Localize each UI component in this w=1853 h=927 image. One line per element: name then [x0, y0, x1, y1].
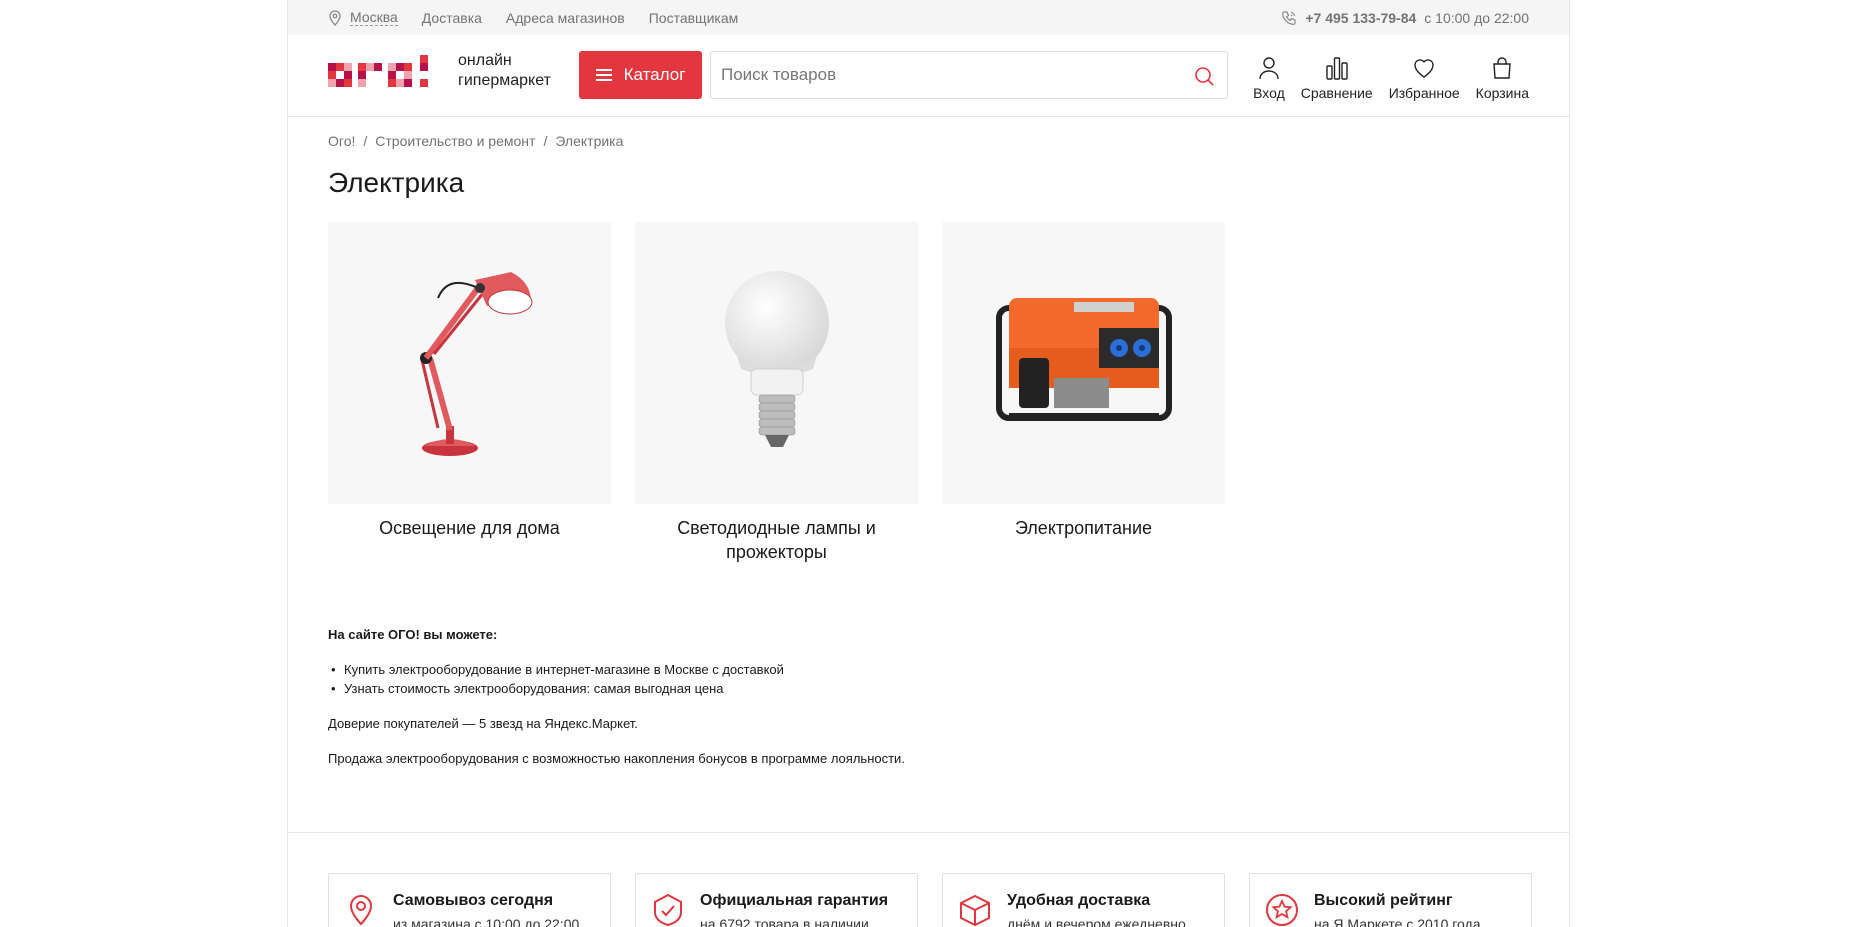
breadcrumb-current: Электрика	[555, 133, 624, 149]
compare-button[interactable]: Сравнение	[1301, 55, 1373, 101]
working-hours: с 10:00 до 22:00	[1424, 9, 1529, 26]
seo-heading: На сайте ОГО! вы можете:	[328, 627, 498, 642]
user-icon	[1259, 57, 1279, 80]
seo-paragraph: Продажа электрооборудования с возможност…	[328, 751, 905, 766]
category-card-led-lamps[interactable]: Светодиодные лампы и прожекторы	[635, 222, 918, 564]
seo-text: На сайте ОГО! вы можете: Купить электроо…	[328, 627, 1228, 785]
menu-icon	[595, 69, 612, 81]
list-item: Купить электрооборудование в интернет-ма…	[328, 660, 1228, 679]
shield-check-icon	[654, 893, 682, 927]
logo-mark-icon	[328, 55, 428, 87]
map-pin-icon	[349, 894, 373, 926]
benefits-section: Самовывоз сегодня из магазина с 10:00 до…	[288, 832, 1569, 927]
search-icon[interactable]	[1193, 65, 1215, 87]
suppliers-link[interactable]: Поставщикам	[649, 10, 739, 26]
page-title: Электрика	[328, 167, 465, 198]
search-box	[710, 51, 1228, 99]
search-input[interactable]	[721, 52, 1161, 98]
box-icon	[960, 894, 990, 927]
compare-icon	[1326, 57, 1348, 80]
list-item: Узнать стоимость электрооборудования: са…	[328, 679, 1228, 698]
phone-icon	[1282, 10, 1296, 25]
category-title: Освещение для дома	[379, 518, 560, 538]
store-addresses-link[interactable]: Адреса магазинов	[506, 10, 625, 26]
category-title: Электропитание	[1014, 518, 1153, 538]
page: Москва Доставка Адреса магазинов Поставщ…	[287, 0, 1570, 927]
category-title: Светодиодные лампы и прожекторы	[677, 518, 876, 562]
desk-lamp-image	[419, 272, 532, 456]
category-card-lighting[interactable]: Освещение для дома	[328, 222, 611, 564]
breadcrumb-construction[interactable]: Строительство и ремонт	[375, 133, 535, 149]
generator-image	[995, 298, 1172, 421]
breadcrumb: Ого! / Строительство и ремонт / Электрик…	[328, 133, 624, 149]
logo[interactable]: онлайн гипермаркет	[328, 51, 551, 91]
led-bulb-image	[724, 271, 829, 447]
cart-button[interactable]: Корзина	[1476, 55, 1529, 101]
benefit-warranty[interactable]: Официальная гарантия на 6792 товара в на…	[635, 873, 918, 927]
location-icon	[329, 9, 341, 26]
logo-text: онлайн гипермаркет	[458, 52, 551, 89]
favorites-button[interactable]: Избранное	[1389, 55, 1460, 101]
delivery-link[interactable]: Доставка	[422, 10, 482, 26]
breadcrumb-home[interactable]: Ого!	[328, 133, 355, 149]
catalog-button[interactable]: Каталог	[579, 51, 702, 99]
city-name: Москва	[350, 9, 398, 26]
header: онлайн гипермаркет Каталог Вход Сравнени…	[288, 35, 1569, 117]
catalog-label: Каталог	[623, 65, 686, 84]
city-selector[interactable]: Москва	[328, 9, 398, 26]
heart-icon	[1414, 59, 1434, 78]
bag-icon	[1493, 57, 1512, 79]
user-nav: Вход Сравнение Избранное Корзина	[1253, 55, 1529, 101]
seo-list: Купить электрооборудование в интернет-ма…	[328, 660, 1228, 698]
login-button[interactable]: Вход	[1253, 55, 1285, 101]
benefit-delivery[interactable]: Удобная доставка днём и вечером ежедневн…	[942, 873, 1225, 927]
top-bar: Москва Доставка Адреса магазинов Поставщ…	[288, 0, 1569, 35]
benefit-pickup[interactable]: Самовывоз сегодня из магазина с 10:00 до…	[328, 873, 611, 927]
seo-paragraph: Доверие покупателей — 5 звезд на Яндекс.…	[328, 716, 638, 731]
phone-number[interactable]: +7 495 133-79-84	[1305, 10, 1416, 26]
star-badge-icon	[1266, 894, 1298, 926]
benefit-rating[interactable]: Высокий рейтинг на Я.Маркете с 2010 года	[1249, 873, 1532, 927]
category-card-power[interactable]: Электропитание	[942, 222, 1225, 564]
category-grid: Освещение для дома Светодиодные лампы и …	[328, 222, 1225, 564]
